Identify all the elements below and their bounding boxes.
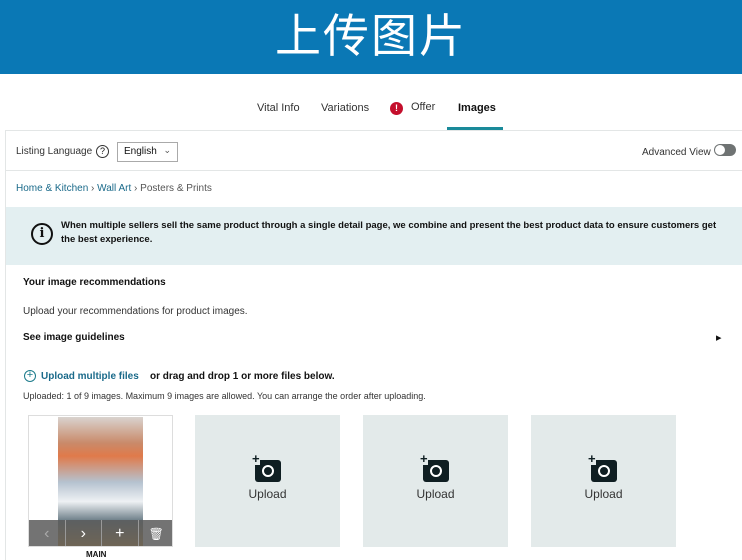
move-right-button[interactable]: › [66,520,102,546]
listing-language-label: Listing Language [16,146,93,157]
breadcrumb-home-kitchen[interactable]: Home & Kitchen [16,183,88,194]
tab-images[interactable]: Images [458,102,496,114]
tab-vital-info[interactable]: Vital Info [257,102,300,114]
upload-label: Upload [584,487,623,501]
delete-icon[interactable]: 🗑 [139,520,173,546]
info-banner: i When multiple sellers sell the same pr… [6,207,742,265]
banner-title: 上传图片 [0,0,742,74]
move-left-button[interactable]: ‹ [29,520,66,546]
divider [6,170,742,171]
plus-icon: + [420,451,428,466]
upload-tile[interactable]: + Upload [363,415,508,547]
upload-tile[interactable]: + Upload [531,415,676,547]
chevron-down-icon: ⌄ [163,145,171,155]
help-icon[interactable]: ? [96,145,109,158]
language-select[interactable]: English ⌄ [117,142,178,162]
breadcrumb: Home & Kitchen › Wall Art › Posters & Pr… [16,183,212,194]
info-text: When multiple sellers sell the same prod… [61,220,717,245]
plus-icon: + [588,451,596,466]
breadcrumb-wall-art[interactable]: Wall Art [97,183,131,194]
expand-arrow-icon[interactable]: ▸ [716,331,722,344]
alert-icon: ! [390,102,403,115]
add-circle-icon: + [24,370,36,382]
main-image-tile[interactable]: ‹ › + 🗑 [28,415,173,547]
breadcrumb-posters-prints: Posters & Prints [140,183,212,194]
advanced-view-toggle[interactable] [714,144,736,156]
upload-tile[interactable]: + Upload [195,415,340,547]
add-button[interactable]: + [102,520,139,546]
upload-status: Uploaded: 1 of 9 images. Maximum 9 image… [23,391,426,401]
upload-label: Upload [416,487,455,501]
drag-drop-text: or drag and drop 1 or more files below. [150,371,335,382]
recommendations-subtitle: Upload your recommendations for product … [23,306,248,317]
main-label: MAIN [86,550,107,559]
upload-multiple-files-link[interactable]: Upload multiple files [41,371,139,382]
recommendations-title: Your image recommendations [23,277,166,288]
upload-label: Upload [248,487,287,501]
see-image-guidelines[interactable]: See image guidelines [23,332,125,343]
plus-icon: + [252,451,260,466]
info-icon: i [31,223,53,245]
advanced-view-label: Advanced View [642,147,711,158]
tab-offer[interactable]: Offer [411,101,435,113]
language-value: English [124,146,157,157]
tab-variations[interactable]: Variations [321,102,369,114]
